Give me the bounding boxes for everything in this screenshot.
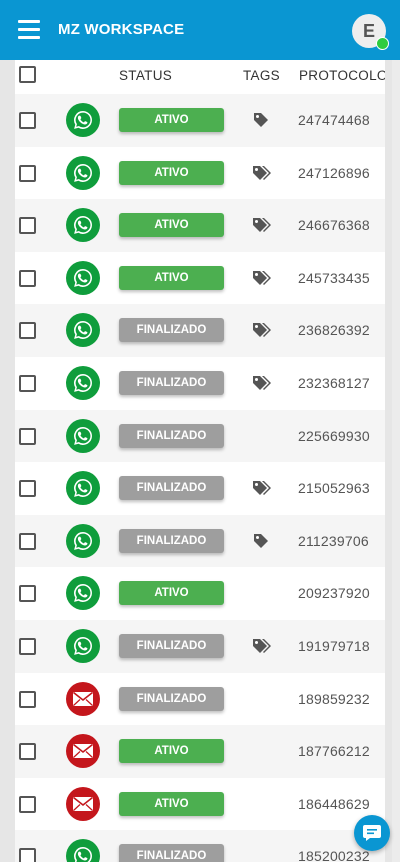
app-bar: MZ WORKSPACE E <box>0 0 400 60</box>
table-row[interactable]: Finalizado 189859232 <box>15 673 385 726</box>
tickets-table: STATUS TAGS PROTOCOLO Ativo 247474468 Ativ… <box>15 60 385 862</box>
whatsapp-icon <box>66 839 100 862</box>
status-badge[interactable]: Finalizado <box>119 844 224 862</box>
table-row[interactable]: Ativo 247126896 <box>15 147 385 200</box>
status-badge[interactable]: Finalizado <box>119 370 224 395</box>
protocolo-value: 185200232 <box>298 848 370 862</box>
protocolo-value: 247474468 <box>298 112 370 128</box>
protocolo-value: 236826392 <box>298 322 370 339</box>
envelope-icon <box>66 786 100 821</box>
protocolo-value: 215052963 <box>298 480 370 497</box>
envelope-icon <box>66 734 100 769</box>
protocolo-value: 245733435 <box>298 269 370 286</box>
protocolo-value: 191979718 <box>298 637 370 654</box>
online-status-indicator <box>376 37 389 50</box>
status-badge[interactable]: Ativo <box>119 791 224 816</box>
tag-icon[interactable] <box>251 532 271 550</box>
whatsapp-icon <box>66 208 100 243</box>
chat-button[interactable] <box>354 815 390 851</box>
status-badge[interactable]: Ativo <box>119 108 224 132</box>
table-row[interactable]: Finalizado 232368127 <box>15 357 385 410</box>
app-title: MZ WORKSPACE <box>58 21 185 38</box>
table-row[interactable]: Finalizado 211239706 <box>15 514 385 568</box>
table-row[interactable]: Finalizado 225669930 <box>15 409 385 463</box>
whatsapp-icon <box>66 260 100 295</box>
tags-icon[interactable] <box>251 637 271 655</box>
whatsapp-icon <box>66 471 100 506</box>
whatsapp-icon <box>66 365 100 400</box>
row-checkbox[interactable] <box>19 637 36 655</box>
status-badge[interactable]: Ativo <box>119 265 224 290</box>
tags-icon[interactable] <box>251 216 271 234</box>
row-checkbox[interactable] <box>19 112 36 129</box>
row-checkbox[interactable] <box>19 795 36 813</box>
tags-icon[interactable] <box>251 374 271 392</box>
status-badge[interactable]: Ativo <box>119 581 224 606</box>
select-all-checkbox[interactable] <box>19 66 36 83</box>
protocolo-value: 211239706 <box>298 532 369 549</box>
row-checkbox[interactable] <box>19 164 36 182</box>
table-row[interactable]: Ativo 186448629 <box>15 778 385 831</box>
table-header: STATUS TAGS PROTOCOLO <box>15 60 385 94</box>
table-row[interactable]: Ativo 187766212 <box>15 725 385 778</box>
protocolo-value: 225669930 <box>298 427 370 444</box>
tag-icon[interactable] <box>251 111 271 129</box>
whatsapp-icon <box>66 628 100 663</box>
row-checkbox[interactable] <box>19 269 36 287</box>
row-checkbox[interactable] <box>19 217 36 235</box>
status-badge[interactable]: Ativo <box>119 160 224 185</box>
tags-icon[interactable] <box>251 321 271 339</box>
column-header-protocolo[interactable]: PROTOCOLO <box>299 68 385 83</box>
protocolo-value: 186448629 <box>298 795 370 812</box>
status-badge[interactable]: Finalizado <box>119 686 224 711</box>
tags-icon[interactable] <box>251 269 271 287</box>
table-row[interactable]: Finalizado 215052963 <box>15 462 385 515</box>
table-row[interactable]: Ativo 245733435 <box>15 252 385 305</box>
row-checkbox[interactable] <box>19 585 36 603</box>
tags-icon[interactable] <box>251 479 271 497</box>
table-row[interactable]: Ativo 247474468 <box>15 94 385 147</box>
scrollbar[interactable] <box>392 60 400 862</box>
status-badge[interactable]: Ativo <box>119 213 224 238</box>
table-row[interactable]: Finalizado 236826392 <box>15 304 385 357</box>
column-header-tags[interactable]: TAGS <box>243 68 280 83</box>
row-checkbox[interactable] <box>19 427 36 445</box>
status-badge[interactable]: Finalizado <box>119 423 224 448</box>
table-row[interactable]: Ativo 246676368 <box>15 199 385 252</box>
whatsapp-icon <box>66 576 100 611</box>
whatsapp-icon <box>66 103 100 137</box>
column-header-status[interactable]: STATUS <box>119 68 172 83</box>
row-checkbox[interactable] <box>19 743 36 761</box>
table-row[interactable]: Finalizado 185200232 <box>15 830 385 862</box>
protocolo-value: 187766212 <box>298 743 370 760</box>
whatsapp-icon <box>66 313 100 348</box>
whatsapp-icon <box>66 523 100 558</box>
status-badge[interactable]: Finalizado <box>119 476 224 501</box>
status-badge[interactable]: Ativo <box>119 739 224 764</box>
row-checkbox[interactable] <box>19 480 36 498</box>
table-row[interactable]: Finalizado 191979718 <box>15 619 385 673</box>
protocolo-value: 246676368 <box>298 217 370 234</box>
protocolo-value: 189859232 <box>298 690 370 707</box>
table-row[interactable]: Ativo 209237920 <box>15 567 385 620</box>
status-badge[interactable]: Finalizado <box>119 318 224 343</box>
protocolo-value: 232368127 <box>298 374 370 391</box>
menu-icon[interactable] <box>18 20 40 40</box>
row-checkbox[interactable] <box>19 374 36 392</box>
status-badge[interactable]: Finalizado <box>119 633 224 658</box>
row-checkbox[interactable] <box>19 322 36 340</box>
protocolo-value: 209237920 <box>298 585 370 602</box>
tags-icon[interactable] <box>251 164 271 182</box>
whatsapp-icon <box>66 418 100 453</box>
protocolo-value: 247126896 <box>298 164 370 181</box>
row-checkbox[interactable] <box>19 690 36 708</box>
row-checkbox[interactable] <box>19 532 36 550</box>
row-checkbox[interactable] <box>19 848 36 862</box>
whatsapp-icon <box>66 155 100 190</box>
envelope-icon <box>66 681 100 716</box>
chat-icon <box>363 825 381 841</box>
table-body: Ativo 247474468 Ativo 247126896 Ativo 2466763… <box>15 94 385 862</box>
status-badge[interactable]: Finalizado <box>119 528 224 553</box>
